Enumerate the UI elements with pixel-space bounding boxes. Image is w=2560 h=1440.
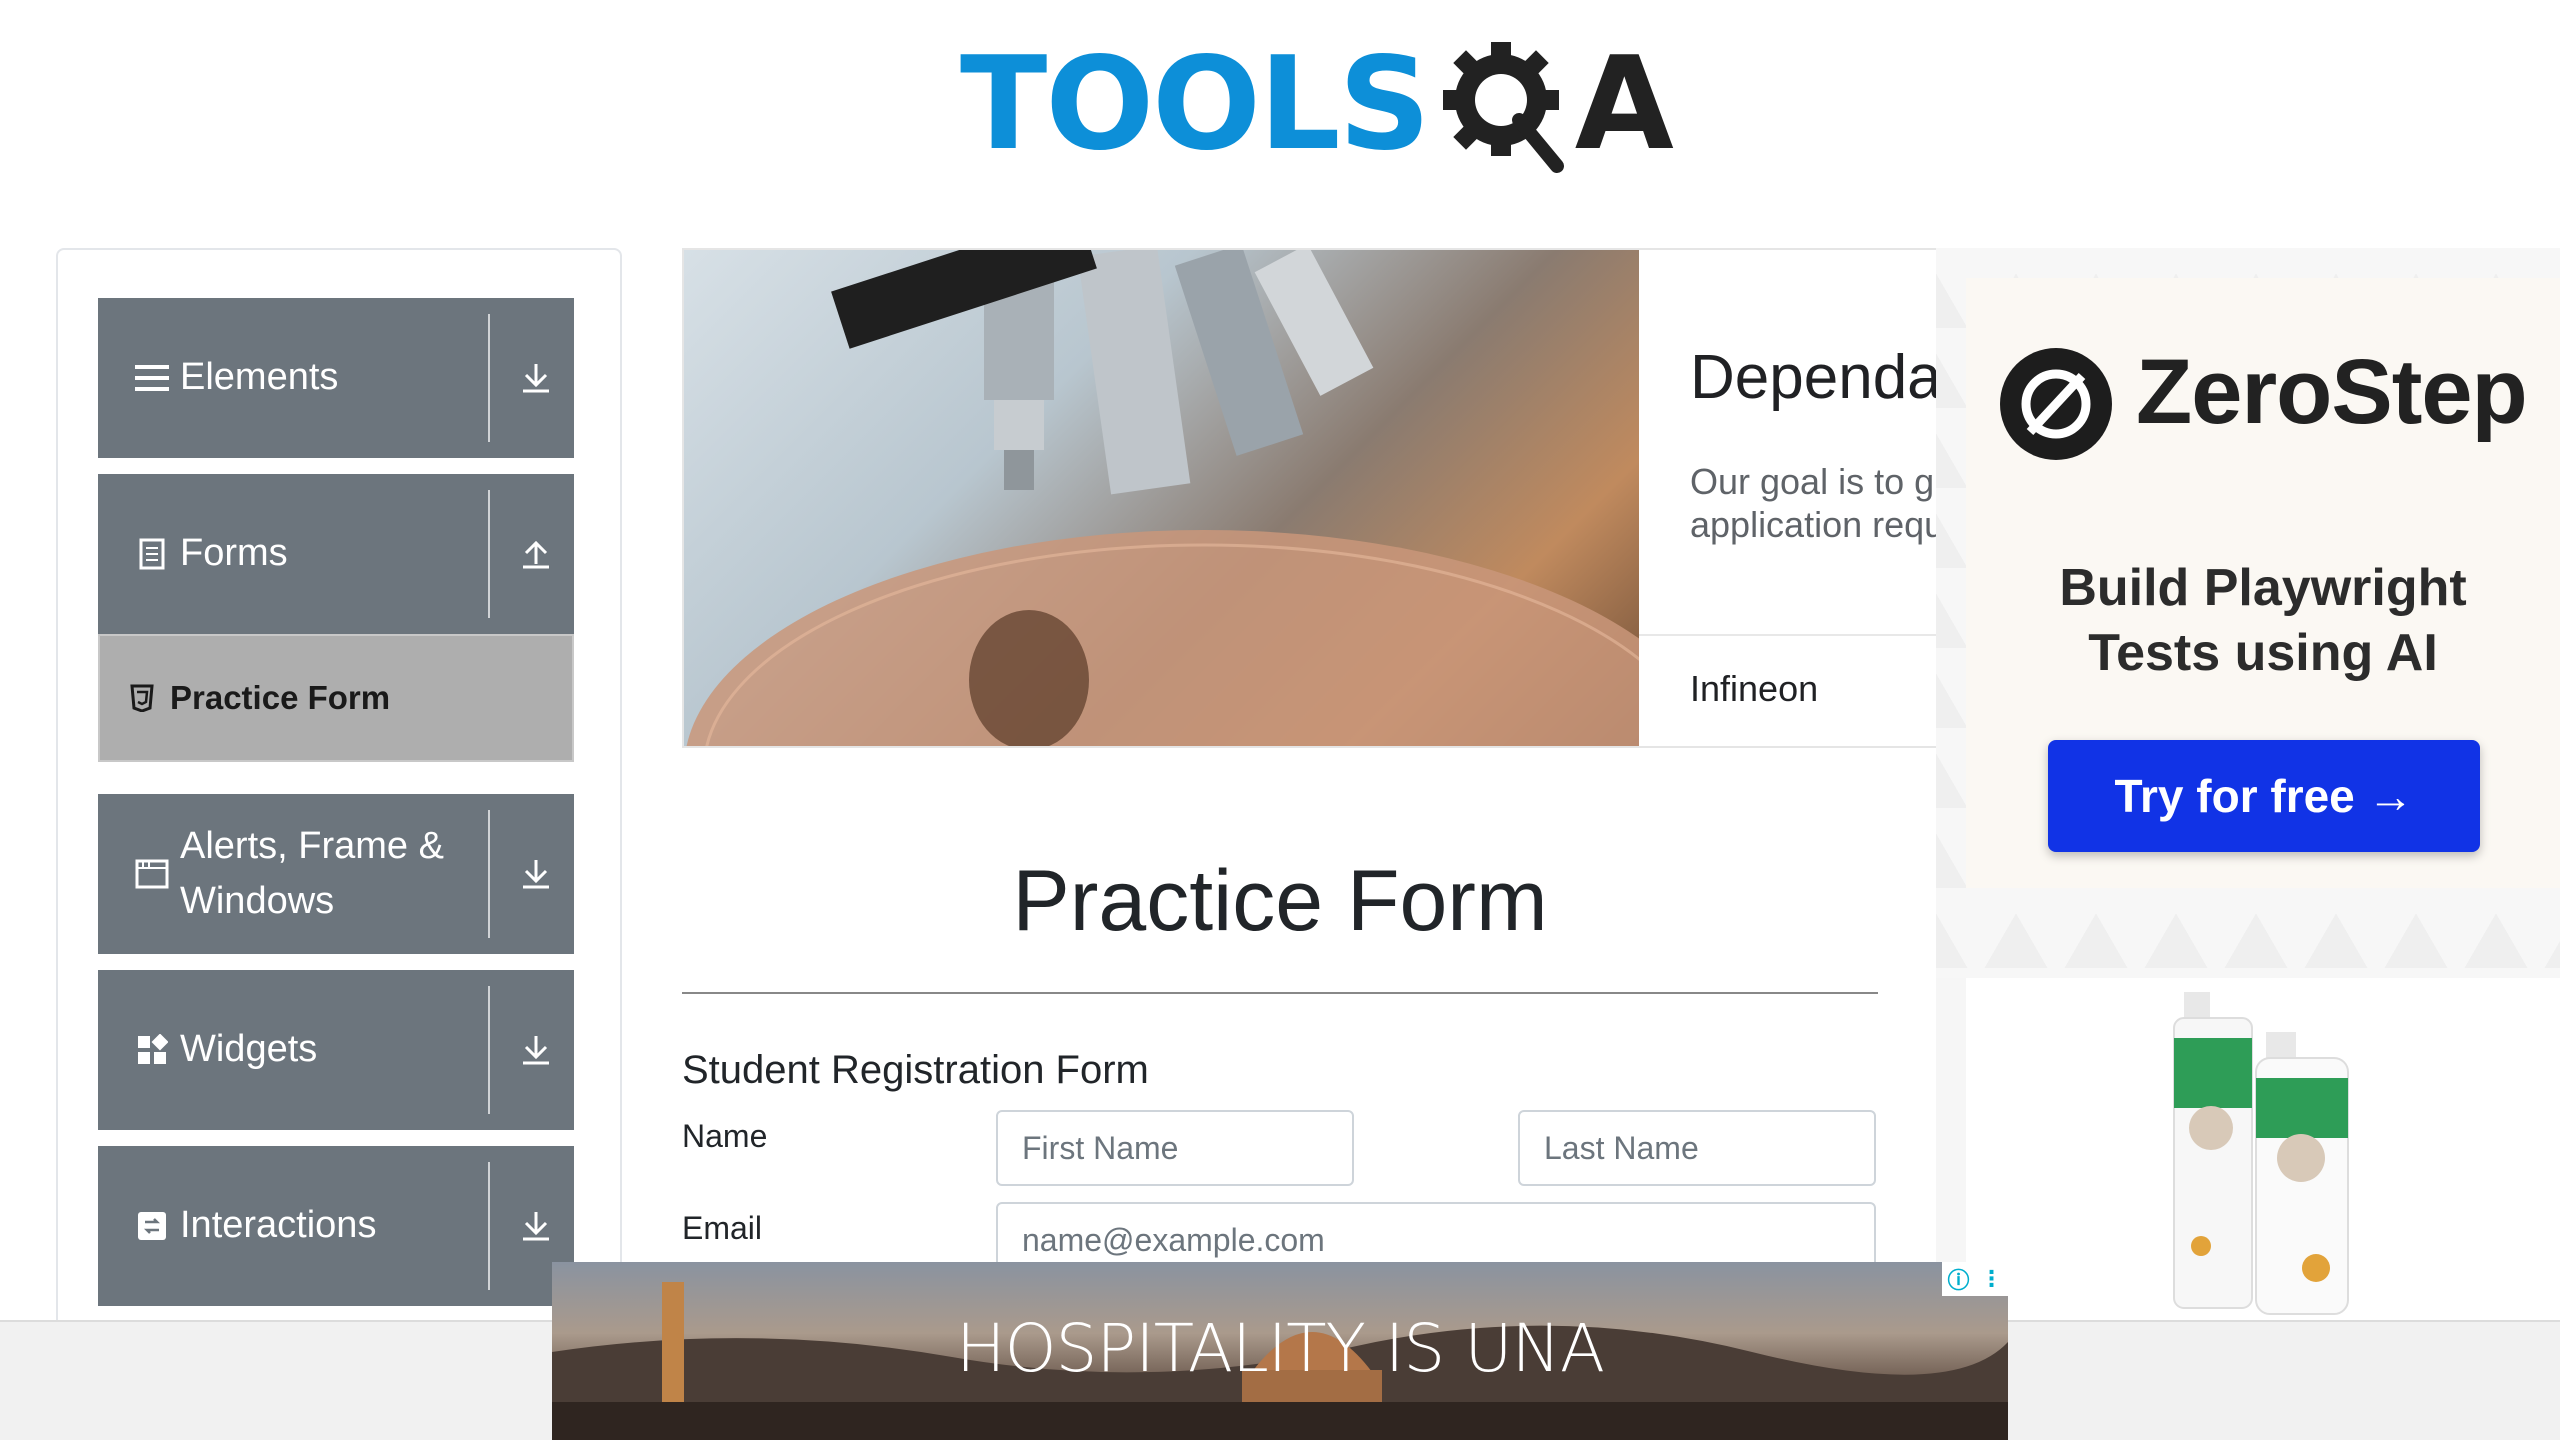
page-title: Practice Form bbox=[1012, 853, 1548, 949]
sidebar-group-interactions[interactable]: Interactions bbox=[98, 1146, 574, 1306]
divider bbox=[488, 1162, 490, 1290]
sidebar-item-label: Practice Form bbox=[170, 679, 391, 716]
sidebar-group-widgets[interactable]: Widgets bbox=[98, 970, 574, 1130]
window-icon bbox=[132, 859, 172, 889]
gear-magnifier-icon bbox=[1435, 30, 1585, 180]
hamburger-icon bbox=[132, 363, 172, 393]
bottom-ad-text: HOSPITALITY IS UNA bbox=[955, 1310, 1605, 1387]
html5-icon bbox=[130, 684, 160, 712]
widgets-icon bbox=[132, 1034, 172, 1066]
right-side-ad[interactable]: ZeroStep Build Playwright Tests using AI… bbox=[1936, 248, 2560, 1318]
document-icon bbox=[132, 538, 172, 570]
divider bbox=[488, 490, 490, 618]
zerostep-ad-card[interactable]: ZeroStep Build Playwright Tests using AI… bbox=[1966, 278, 2560, 888]
info-icon[interactable]: ⓘ bbox=[1947, 1263, 1969, 1295]
sidebar-group-label: Interactions bbox=[180, 1204, 377, 1247]
last-name-input[interactable]: Last Name bbox=[1518, 1110, 1876, 1186]
sidebar-group-label: Alerts, Frame & Windows bbox=[180, 824, 444, 922]
sidebar-group-label: Elements bbox=[180, 356, 339, 399]
logo-tools-text: TOOLS bbox=[960, 30, 1431, 179]
divider bbox=[488, 986, 490, 1114]
ad-title: Dependa bbox=[1690, 343, 1942, 412]
divider bbox=[488, 314, 490, 442]
upload-icon[interactable] bbox=[516, 534, 556, 574]
divider bbox=[1639, 634, 1940, 636]
zerostep-brand: ZeroStep bbox=[2136, 341, 2528, 443]
first-name-input[interactable]: First Name bbox=[996, 1110, 1354, 1186]
zerostep-tagline: Build Playwright Tests using AI bbox=[2059, 559, 2467, 682]
logo-a-text: A bbox=[1574, 30, 1674, 179]
zerostep-logo-icon bbox=[2000, 348, 2112, 460]
download-icon[interactable] bbox=[516, 1206, 556, 1246]
ad-text: Our goal is to g application requ bbox=[1690, 461, 1942, 546]
bottom-banner-ad[interactable]: HOSPITALITY IS UNA ⓘ ⋮ bbox=[552, 1262, 2008, 1440]
download-icon[interactable] bbox=[516, 854, 556, 894]
divider bbox=[488, 810, 490, 938]
sidebar-group-label: Forms bbox=[180, 532, 288, 575]
ad-brand: Infineon bbox=[1690, 668, 1819, 709]
massage-oil-product-image[interactable] bbox=[1966, 978, 2560, 1318]
name-label: Name bbox=[682, 1118, 768, 1154]
sidebar-group-alerts[interactable]: Alerts, Frame & Windows bbox=[98, 794, 574, 954]
sidebar-group-forms[interactable]: Forms bbox=[98, 474, 574, 634]
top-banner-ad[interactable]: Dependa Our goal is to g application req… bbox=[682, 248, 1942, 748]
sidebar-group-elements[interactable]: Elements bbox=[98, 298, 574, 458]
sidebar-item-practice-form[interactable]: Practice Form bbox=[98, 634, 574, 762]
interactions-icon bbox=[132, 1211, 172, 1241]
download-icon[interactable] bbox=[516, 358, 556, 398]
adchoices-controls[interactable]: ⓘ ⋮ bbox=[1942, 1262, 2008, 1296]
download-icon[interactable] bbox=[516, 1030, 556, 1070]
microscope-photo bbox=[684, 250, 1639, 746]
sidebar-group-label: Widgets bbox=[180, 1028, 318, 1071]
try-for-free-button[interactable]: Try for free → bbox=[2048, 740, 2480, 852]
title-divider bbox=[682, 992, 1878, 994]
more-options-icon[interactable]: ⋮ bbox=[1980, 1266, 2002, 1292]
form-heading: Student Registration Form bbox=[682, 1048, 1149, 1092]
email-label: Email bbox=[682, 1210, 763, 1246]
toolsqa-logo[interactable]: TOOLS A bbox=[960, 30, 1674, 180]
